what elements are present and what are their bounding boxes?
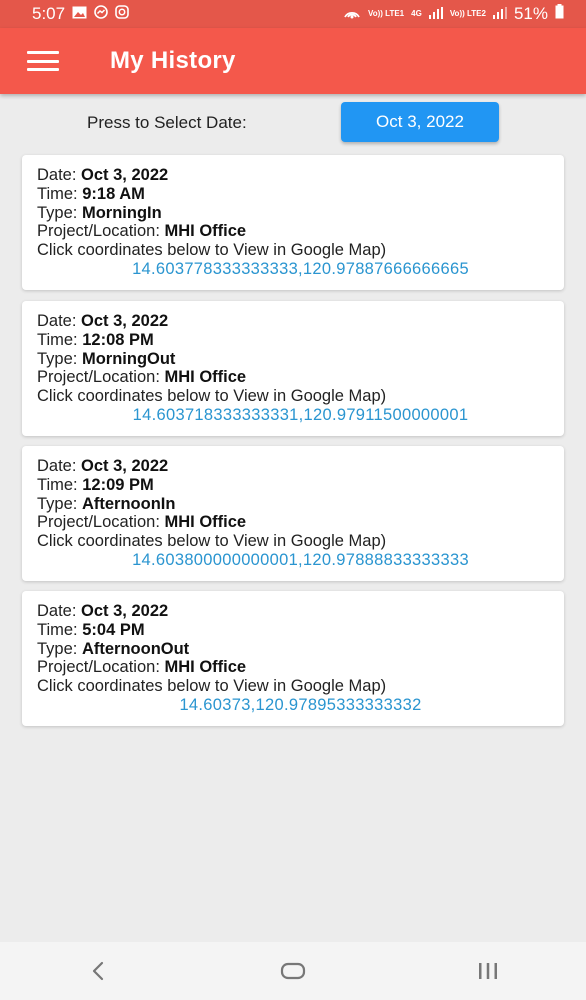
coordinates-link[interactable]: 14.60373,120.97895333333332 [22,696,564,715]
hotspot-icon [343,4,361,24]
date-label: Date: [37,457,82,475]
system-navigation-bar [0,942,586,1000]
entry-date: Date: Oct 3, 2022 [37,602,564,621]
network-label-sim1: Vo)) LTE1 [367,9,405,18]
location-label: Project/Location: [37,368,165,387]
type-value: AfternoonIn [81,494,176,513]
history-card: Date: Oct 3, 2022 Time: 12:08 PM Type: M… [22,301,564,436]
status-bar: 5:07 Vo)) LTE1 4G Vo)) LTE2 51% [0,0,586,28]
instagram-icon [115,4,129,24]
date-value: Oct 3, 2022 [81,457,169,475]
entry-type: Type: AfternoonIn [37,495,564,514]
entry-date: Date: Oct 3, 2022 [37,166,564,185]
time-label: Time: [37,184,83,203]
location-label: Project/Location: [37,658,165,677]
location-value: MHI Office [164,222,247,241]
type-value: MorningIn [81,203,162,222]
type-value: AfternoonOut [81,639,190,658]
date-value: Oct 3, 2022 [81,166,169,184]
back-icon[interactable] [68,951,128,991]
coordinates-link[interactable]: 14.603778333333333,120.97887666666665 [22,260,564,279]
coordinates-link[interactable]: 14.603800000000001,120.97888833333333 [22,551,564,570]
status-bar-left: 5:07 [32,4,129,24]
type-label: Type: [37,639,82,658]
network-label-4g: 4G [411,9,422,18]
map-hint: Click coordinates below to View in Googl… [37,532,387,551]
entry-location: Project/Location: MHI Office [37,658,564,677]
entry-date: Date: Oct 3, 2022 [37,312,564,331]
date-label: Date: [37,166,82,184]
location-value: MHI Office [164,368,247,387]
entry-location: Project/Location: MHI Office [37,222,564,241]
time-value: 9:18 AM [82,184,145,203]
network-label-sim2: Vo)) LTE2 [449,9,486,18]
entry-time: Time: 12:08 PM [37,331,564,350]
time-value: 12:08 PM [82,330,154,349]
entry-type: Type: MorningOut [37,350,564,369]
history-card: Date: Oct 3, 2022 Time: 12:09 PM Type: A… [22,446,564,581]
date-selector: Press to Select Date: Oct 3, 2022 [0,100,586,144]
entry-location: Project/Location: MHI Office [37,513,564,532]
time-value: 5:04 PM [82,620,145,639]
battery-icon [555,4,564,24]
entry-location: Project/Location: MHI Office [37,368,564,387]
time-label: Time: [37,330,83,349]
hamburger-menu-icon[interactable] [27,51,59,71]
map-hint: Click coordinates below to View in Googl… [37,241,387,260]
select-date-button[interactable]: Oct 3, 2022 [341,102,499,142]
coordinates-link[interactable]: 14.603718333333331,120.97911500000001 [22,406,564,425]
entry-date: Date: Oct 3, 2022 [37,457,564,476]
entry-time: Time: 5:04 PM [37,621,564,640]
date-value: Oct 3, 2022 [81,602,169,620]
messenger-icon [94,4,108,24]
clock: 5:07 [32,4,66,23]
home-icon[interactable] [263,951,323,991]
type-label: Type: [37,494,82,513]
battery-percent: 51% [513,4,548,23]
recent-apps-icon[interactable] [458,951,518,991]
signal-icon [492,4,507,24]
entry-type: Type: AfternoonOut [37,640,564,659]
app-bar: My History [0,28,586,94]
signal-icon [428,4,443,24]
time-value: 12:09 PM [82,475,154,494]
history-card: Date: Oct 3, 2022 Time: 5:04 PM Type: Af… [22,591,564,726]
type-label: Type: [37,203,82,222]
type-label: Type: [37,349,82,368]
time-label: Time: [37,620,83,639]
location-label: Project/Location: [37,513,165,532]
location-value: MHI Office [164,513,247,532]
entry-type: Type: MorningIn [37,204,564,223]
gallery-icon [72,4,87,24]
date-label: Date: [37,312,82,330]
time-label: Time: [37,475,83,494]
map-hint: Click coordinates below to View in Googl… [37,387,387,406]
entry-time: Time: 12:09 PM [37,476,564,495]
date-value: Oct 3, 2022 [81,312,169,330]
entry-time: Time: 9:18 AM [37,185,564,204]
status-bar-right: Vo)) LTE1 4G Vo)) LTE2 51% [343,4,564,24]
location-value: MHI Office [164,658,247,677]
location-label: Project/Location: [37,222,165,241]
history-card: Date: Oct 3, 2022 Time: 9:18 AM Type: Mo… [22,155,564,290]
page-title: My History [110,47,236,74]
map-hint: Click coordinates below to View in Googl… [37,677,387,696]
date-selector-label: Press to Select Date: [87,113,247,132]
date-label: Date: [37,602,82,620]
type-value: MorningOut [81,349,176,368]
